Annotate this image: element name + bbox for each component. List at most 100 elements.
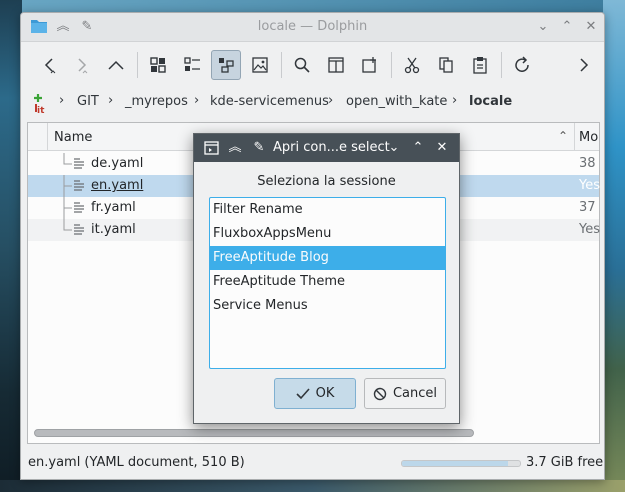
back-button[interactable] <box>35 50 65 80</box>
compact-view-button[interactable] <box>177 50 207 80</box>
session-list[interactable]: Filter Rename FluxboxAppsMenu FreeAptitu… <box>209 197 446 369</box>
window-title: locale — Dolphin <box>257 19 368 34</box>
status-bar: en.yaml (YAML document, 510 B) 3.7 GiB f… <box>21 449 604 479</box>
breadcrumb-item-git[interactable]: GIT <box>77 94 99 109</box>
chevron-right-icon <box>580 58 589 72</box>
new-tab-icon <box>362 57 376 73</box>
minimize-icon[interactable]: ⌄ <box>385 139 403 157</box>
session-item[interactable]: FreeAptitude Theme <box>210 270 445 294</box>
column-divider[interactable] <box>574 123 575 151</box>
cancel-icon <box>373 387 387 400</box>
cut-button[interactable] <box>397 50 427 80</box>
breadcrumb: it › GIT › _myrepos › kde-servicemenus ›… <box>21 86 604 118</box>
more-toolbar-button[interactable] <box>569 50 599 80</box>
breadcrumb-item-open-with-kate[interactable]: open_with_kate <box>346 94 447 109</box>
split-view-button[interactable] <box>321 50 351 80</box>
up-icon <box>108 60 124 70</box>
disk-usage-fill <box>402 461 509 466</box>
maximize-icon[interactable]: ⌃ <box>409 139 427 157</box>
dialog-title: Apri con...e select <box>273 140 390 155</box>
pin-icon[interactable]: ✎ <box>250 139 268 157</box>
file-modified: Yes <box>579 178 600 193</box>
text-file-icon <box>74 180 84 191</box>
reload-button[interactable] <box>507 50 537 80</box>
dialog-titlebar[interactable]: ︽ ✎ Apri con...e select ⌄ ⌃ ✕ <box>194 134 459 162</box>
new-tab-button[interactable] <box>355 50 385 80</box>
toolbar-separator <box>391 52 392 78</box>
image-preview-icon <box>252 57 268 73</box>
minimize-icon[interactable]: ⌄ <box>534 18 552 36</box>
wallpaper-bottom <box>0 480 625 492</box>
file-name: en.yaml <box>91 178 144 193</box>
column-gutter <box>47 123 48 151</box>
paste-button[interactable] <box>465 50 495 80</box>
close-icon[interactable]: ✕ <box>433 139 451 157</box>
split-view-icon <box>328 57 344 73</box>
breadcrumb-separator: › <box>328 93 334 108</box>
session-item[interactable]: Service Menus <box>210 294 445 318</box>
svg-text:it: it <box>37 106 45 114</box>
session-item[interactable]: Filter Rename <box>210 198 445 222</box>
session-item[interactable]: FluxboxAppsMenu <box>210 222 445 246</box>
main-toolbar <box>21 42 604 86</box>
horizontal-scrollbar[interactable] <box>34 429 474 437</box>
checkmark-icon <box>296 387 310 399</box>
forward-icon <box>78 58 88 74</box>
cancel-label: Cancel <box>392 386 438 401</box>
reload-icon <box>515 56 529 72</box>
copy-button[interactable] <box>431 50 461 80</box>
icons-view-button[interactable] <box>143 50 173 80</box>
close-icon[interactable]: ✕ <box>582 18 600 36</box>
text-file-icon <box>74 202 84 213</box>
git-icon: it <box>34 94 45 114</box>
tree-line-icon <box>63 153 72 165</box>
dialog-heading: Seleziona la sessione <box>257 174 396 189</box>
column-modified[interactable]: Mo <box>579 130 598 145</box>
file-name: de.yaml <box>91 156 144 171</box>
window-menu-icon[interactable] <box>204 141 219 155</box>
text-file-icon <box>74 158 84 169</box>
search-button[interactable] <box>287 50 317 80</box>
tree-line-icon <box>63 219 72 231</box>
search-icon <box>294 57 310 73</box>
ok-button[interactable]: OK <box>274 378 356 409</box>
file-name: it.yaml <box>91 222 136 237</box>
file-modified: Yes <box>579 222 600 237</box>
window-titlebar[interactable]: ︽ ✎ locale — Dolphin ⌄ ⌃ ✕ <box>21 13 604 42</box>
wallpaper-left <box>0 0 22 492</box>
breadcrumb-item-myrepos[interactable]: _myrepos <box>125 94 188 109</box>
maximize-icon[interactable]: ⌃ <box>558 18 576 36</box>
cancel-button[interactable]: Cancel <box>364 378 446 409</box>
copy-icon <box>439 57 453 73</box>
text-file-icon <box>74 224 84 235</box>
session-dialog: ︽ ✎ Apri con...e select ⌄ ⌃ ✕ Seleziona … <box>193 133 460 424</box>
status-text: en.yaml (YAML document, 510 B) <box>28 455 245 470</box>
forward-button[interactable] <box>67 50 97 80</box>
session-item-selected[interactable]: FreeAptitude Blog <box>210 246 445 270</box>
icons-view-icon <box>150 57 166 73</box>
details-view-icon <box>219 58 234 73</box>
tree-line-icon <box>63 175 72 197</box>
breadcrumb-separator: › <box>194 93 200 108</box>
column-name[interactable]: Name <box>54 130 92 145</box>
paste-icon <box>473 57 487 74</box>
disk-free-text: 3.7 GiB free <box>526 455 604 470</box>
breadcrumb-item-kde-servicemenus[interactable]: kde-servicemenus <box>210 94 329 109</box>
preview-button[interactable] <box>245 50 275 80</box>
up-button[interactable] <box>101 50 131 80</box>
cut-icon <box>404 57 420 74</box>
keep-above-icon[interactable]: ︽ <box>226 139 244 157</box>
compact-view-icon <box>184 57 200 71</box>
breadcrumb-separator: › <box>452 93 458 108</box>
ok-label: OK <box>315 386 335 401</box>
details-view-button[interactable] <box>211 50 241 80</box>
breadcrumb-separator: › <box>59 93 65 108</box>
file-modified: 38 <box>579 156 596 171</box>
breadcrumb-separator: › <box>108 93 114 108</box>
back-icon <box>44 58 56 74</box>
toolbar-separator <box>281 52 282 78</box>
breadcrumb-item-locale[interactable]: locale <box>469 94 512 109</box>
sort-ascending-icon[interactable]: ⌃ <box>558 129 568 143</box>
file-modified: 37 <box>579 200 596 215</box>
toolbar-separator <box>137 52 138 78</box>
